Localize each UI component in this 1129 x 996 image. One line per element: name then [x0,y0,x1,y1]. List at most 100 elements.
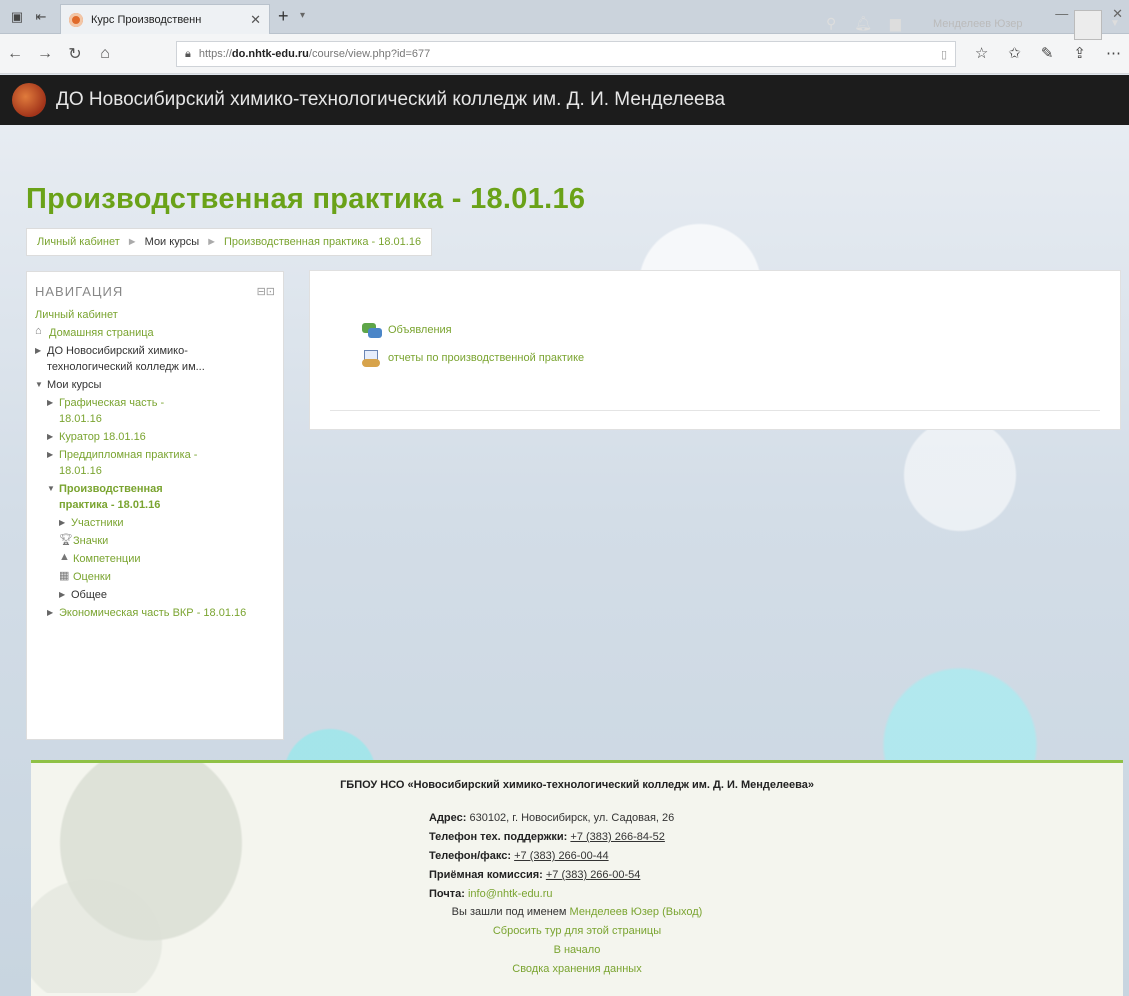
site-favicon-icon [69,12,83,27]
tab-manager-icon[interactable]: ▣ [8,8,26,26]
forum-icon [362,321,382,339]
mail-link[interactable]: info@nhtk-edu.ru [468,888,553,900]
site-name[interactable]: ДО Новосибирский химико-технологический … [56,89,725,111]
nav-current-course[interactable]: ▼ Производственная практика - 18.01.16 [47,481,275,513]
login-info: Вы зашли под именем Менделеев Юзер (Выхо… [31,906,1123,918]
address-label: Адрес: [429,812,467,824]
address-value: 630102, г. Новосибирск, ул. Садовая, 26 [469,812,675,824]
search-icon[interactable]: ⚲ [826,15,836,32]
browser-toolbar: ← → ↻ ⌂ 🔒︎ https:// do.nhtk-edu.ru /cour… [0,34,1129,74]
breadcrumb-my-courses[interactable]: Мои курсы [145,236,199,248]
breadcrumb-dashboard[interactable]: Личный кабинет [37,236,120,248]
tab-back-icon[interactable]: ⇤ [32,8,50,26]
navigation-block: НАВИГАЦИЯ ⊟⊡ Личный кабинет ⌂ Домашняя с… [26,271,284,740]
home-link[interactable]: В начало [554,944,601,956]
breadcrumb-separator-icon: ► [126,236,138,248]
share-icon[interactable]: ⇪ [1073,44,1086,62]
close-tab-icon[interactable]: ✕ [250,12,261,28]
nav-badges-label: Значки [73,535,109,547]
nav-competencies-label: Компетенции [73,553,141,565]
user-menu-chevron-icon[interactable]: ▼ [1110,18,1120,29]
support-phone-link[interactable]: +7 (383) 266-84-52 [570,831,664,843]
expanded-triangle-icon: ▼ [35,380,43,389]
nav-dashboard[interactable]: Личный кабинет [35,307,275,323]
nav-my-courses-label: Мои курсы [47,379,102,391]
nav-participants[interactable]: ▶ Участники [59,515,275,531]
nav-course-label: Куратор 18.01.16 [59,431,146,443]
breadcrumb: Личный кабинет ► Мои курсы ► Производств… [26,228,433,256]
collapsed-triangle-icon: ▶ [35,346,42,355]
collapsed-triangle-icon: ▶ [47,450,54,459]
avatar[interactable] [1074,10,1102,40]
footer-org-name: ГБПОУ НСО «Новосибирский химико-технолог… [340,779,814,791]
activity-assignment-link[interactable]: отчеты по производственной практике [388,352,584,364]
nav-course-item[interactable]: ▶ Преддипломная практика - 18.01.16 [47,447,275,479]
nav-course-label: Преддипломная практика - 18.01.16 [59,449,198,477]
browser-tab[interactable]: Курс Производственн ✕ [60,4,270,34]
nav-grades[interactable]: ▦ Оценки [59,569,275,585]
minimize-icon[interactable]: — [1055,6,1068,22]
tab-list-chevron-icon[interactable]: ▾ [300,10,305,21]
breadcrumb-separator-icon: ► [206,236,217,248]
phone-fax-link[interactable]: +7 (383) 266-00-44 [514,850,608,862]
phone-fax-label: Телефон/факс: [429,850,512,862]
activity-forum-link[interactable]: Объявления [388,324,452,336]
collapsed-triangle-icon: ▶ [59,518,66,527]
refresh-icon[interactable]: ↻ [60,44,90,64]
reading-view-icon[interactable]: ▯ [941,48,947,61]
notes-pen-icon[interactable]: ✎ [1041,44,1054,62]
header-icons: ⚲ 🔔︎ ▆ [826,15,901,32]
user-name[interactable]: Менделеев Юзер [933,18,1022,30]
footer-contacts: Адрес: 630102, г. Новосибирск, ул. Садов… [429,809,674,904]
favorite-star-icon[interactable]: ☆ [975,44,988,62]
messages-icon[interactable]: ▆ [890,15,901,32]
nav-general[interactable]: ▶ Общее [59,587,275,603]
logout-link[interactable]: (Выход) [662,906,702,918]
nav-home-label: Домашняя страница [49,327,154,339]
home-icon[interactable]: ⌂ [90,45,120,63]
site-logo[interactable] [12,83,46,117]
forward-icon[interactable]: → [30,45,60,63]
data-retention-link[interactable]: Сводка хранения данных [512,963,641,975]
nav-badges[interactable]: 🏆︎ Значки [59,533,275,549]
page-footer: ГБПОУ НСО «Новосибирский химико-технолог… [31,760,1123,996]
block-actions-icon[interactable]: ⊟⊡ [257,285,275,298]
expanded-triangle-icon: ▼ [47,484,55,493]
trophy-icon: 🏆︎ [59,534,73,546]
collapsed-triangle-icon: ▶ [47,398,54,407]
footer-decoration [31,763,291,993]
url-path: /course/view.php?id=677 [308,48,431,60]
nav-competencies[interactable]: ▲ Компетенции [59,551,275,567]
nav-site[interactable]: ▶ ДО Новосибирский химико-технологически… [35,343,275,375]
login-user-link[interactable]: Менделеев Юзер [570,906,659,918]
url-host: do.nhtk-edu.ru [231,48,309,60]
favorites-list-icon[interactable]: ✩ [1008,44,1021,62]
nav-course-item[interactable]: ▶ Графическая часть - 18.01.16 [47,395,275,427]
nav-course-item[interactable]: ▶ Куратор 18.01.16 [47,429,275,445]
support-label: Телефон тех. поддержки: [429,831,568,843]
activity-forum[interactable]: Объявления [362,321,452,339]
page-title: Производственная практика - 18.01.16 [26,183,586,215]
nav-participants-label: Участники [71,517,124,529]
activity-assignment[interactable]: отчеты по производственной практике [362,349,584,367]
breadcrumb-current-course[interactable]: Производственная практика - 18.01.16 [224,236,421,248]
nav-home[interactable]: ⌂ Домашняя страница [35,325,275,341]
new-tab-icon[interactable]: + [278,6,289,27]
admission-phone-link[interactable]: +7 (383) 266-00-54 [546,869,640,881]
url-prefix: https:// [198,48,232,60]
collapsed-triangle-icon: ▶ [47,608,54,617]
nav-my-courses[interactable]: ▼ Мои курсы [35,377,275,393]
course-content: Объявления отчеты по производственной пр… [309,270,1121,430]
navigation-block-title: НАВИГАЦИЯ [35,284,124,299]
nav-dashboard-label: Личный кабинет [35,309,118,321]
nav-grades-label: Оценки [73,571,111,583]
notifications-bell-icon[interactable]: 🔔︎ [854,15,872,32]
reset-tour-link[interactable]: Сбросить тур для этой страницы [493,925,661,937]
more-icon[interactable]: ⋯ [1106,44,1121,62]
competencies-icon: ▲ [59,551,70,563]
back-icon[interactable]: ← [0,45,30,63]
nav-course-item[interactable]: ▶ Экономическая часть ВКР - 18.01.16 [47,605,275,621]
nav-site-label: ДО Новосибирский химико-технологический … [47,345,205,373]
address-bar[interactable]: 🔒︎ https:// do.nhtk-edu.ru /course/view.… [176,41,956,67]
nav-course-label: Экономическая часть ВКР - 18.01.16 [59,607,247,619]
